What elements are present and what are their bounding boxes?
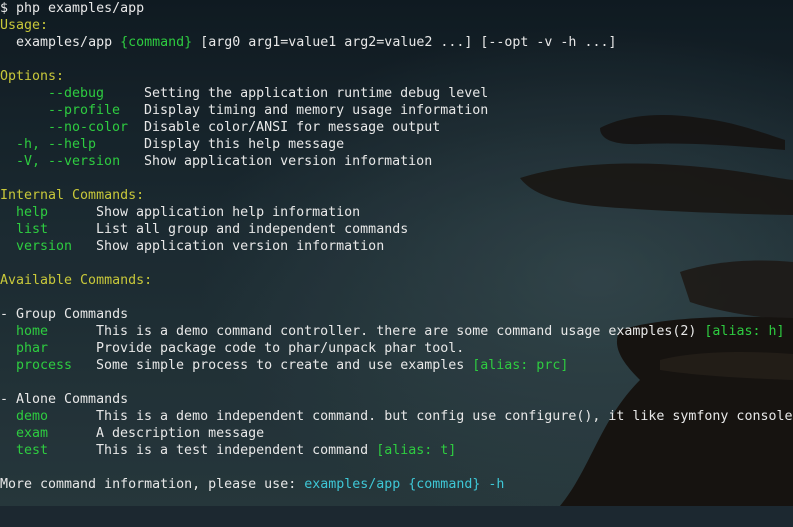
command-name: phar (16, 341, 49, 356)
command-name: test (16, 443, 49, 458)
command-desc: Provide package code to phar/unpack phar… (96, 341, 465, 356)
usage-script: examples/app (16, 35, 113, 50)
option-desc: Show application version information (144, 154, 433, 169)
usage-command-placeholder: {command} (120, 35, 193, 50)
internal-commands-heading: Internal Commands: (0, 188, 145, 203)
usage-heading: Usage: (0, 18, 49, 33)
command-alias: [alias: h] (704, 324, 785, 339)
footer-line: More command information, please use: ex… (0, 476, 504, 493)
command-desc: This is a demo command controller. there… (96, 324, 697, 339)
command-alias: [alias: prc] (472, 358, 569, 373)
command-name: home (16, 324, 49, 339)
group-commands-heading: - Group Commands (0, 307, 129, 322)
option-desc: Display timing and memory usage informat… (144, 103, 489, 118)
command-desc: List all group and independent commands (96, 222, 409, 237)
option-flag: --debug (48, 86, 105, 101)
command-desc: Some simple process to create and use ex… (96, 358, 465, 373)
usage-line: examples/app {command} [arg0 arg1=value1… (0, 34, 616, 51)
available-commands-heading: Available Commands: (0, 273, 153, 288)
command-alias: [alias: t] (376, 443, 457, 458)
footer-text: More command information, please use: (0, 477, 297, 492)
shell-prompt: $ php examples/app (0, 1, 145, 16)
option-desc: Setting the application runtime debug le… (144, 86, 489, 101)
command-name: process (16, 358, 73, 373)
option-desc: Display this help message (144, 137, 345, 152)
command-name: version (16, 239, 73, 254)
option-flag: -V, --version (16, 154, 121, 169)
command-desc: Show application help information (96, 205, 361, 220)
command-desc: Show application version information (96, 239, 385, 254)
terminal-output: $ php examples/app Usage: examples/app {… (0, 0, 793, 506)
alone-commands-heading: - Alone Commands (0, 392, 129, 407)
option-desc: Disable color/ANSI for message output (144, 120, 441, 135)
command-desc: A description message (96, 426, 265, 441)
option-flag: -h, --help (16, 137, 97, 152)
footer-command: examples/app {command} -h (304, 477, 505, 492)
command-name: exam (16, 426, 49, 441)
options-heading: Options: (0, 69, 65, 84)
command-name: demo (16, 409, 49, 424)
command-desc: This is a demo independent command. but … (96, 409, 793, 424)
option-flag: --profile (48, 103, 121, 118)
command-desc: This is a test independent command (96, 443, 369, 458)
command-name: list (16, 222, 49, 237)
usage-args: [arg0 arg1=value1 arg2=value2 ...] [--op… (200, 35, 617, 50)
option-flag: --no-color (48, 120, 129, 135)
command-name: help (16, 205, 49, 220)
